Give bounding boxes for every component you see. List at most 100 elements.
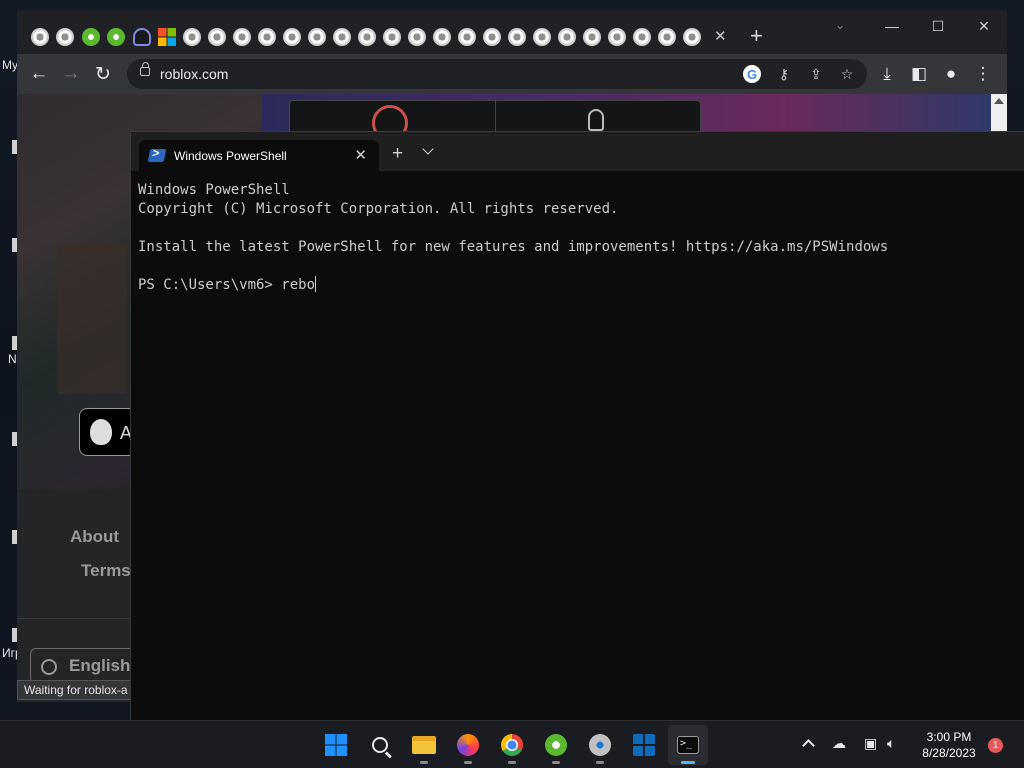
chrome-tab-icon[interactable] — [633, 28, 651, 46]
chrome-tab-icon[interactable] — [208, 28, 226, 46]
person-icon[interactable] — [588, 109, 604, 131]
start-icon — [325, 734, 347, 756]
download-icon[interactable]: ⤓ — [875, 62, 899, 86]
clock[interactable]: 3:00 PM 8/28/2023 — [912, 729, 986, 761]
microsoft-store-icon — [633, 734, 655, 756]
command-input[interactable]: rebo — [281, 277, 315, 293]
utorrent-tab-icon[interactable] — [82, 28, 100, 46]
chrome-tab-icon[interactable] — [31, 28, 49, 46]
chrome-tab-icon[interactable] — [458, 28, 476, 46]
chrome-tab-icon[interactable] — [558, 28, 576, 46]
powershell-icon — [147, 149, 167, 162]
tab-title: Windows PowerShell — [174, 149, 287, 163]
chrome-button[interactable] — [492, 725, 532, 765]
chrome-tab-icon[interactable] — [508, 28, 526, 46]
settings-button[interactable] — [580, 725, 620, 765]
chrome-tab-icon[interactable] — [383, 28, 401, 46]
terminal-button[interactable]: >_ — [668, 725, 708, 765]
globe-icon — [41, 659, 57, 675]
chrome-tab-icon[interactable] — [183, 28, 201, 46]
desktop-icon-label[interactable]: N — [8, 352, 17, 366]
file-explorer-button[interactable] — [404, 725, 444, 765]
prompt: PS C:\Users\vm6> — [138, 277, 282, 293]
chrome-tab-strip: ✕ + ⌄ — ☐ ✕ — [17, 10, 1007, 54]
firefox-icon — [457, 734, 479, 756]
status-bar: Waiting for roblox-a — [17, 680, 135, 700]
speedtest-tab-icon[interactable] — [133, 28, 151, 46]
terminal-line: Copyright (C) Microsoft Corporation. All… — [138, 201, 619, 217]
start-button[interactable] — [316, 725, 356, 765]
footer-link-terms[interactable]: Terms — [81, 561, 131, 581]
new-tab-button[interactable]: + — [750, 23, 763, 49]
utorrent-button[interactable] — [536, 725, 576, 765]
settings-icon — [589, 734, 611, 756]
terminal-output[interactable]: Windows PowerShell Copyright (C) Microsof… — [138, 181, 1018, 295]
tab-powershell[interactable]: Windows PowerShell ✕ — [139, 140, 379, 171]
scroll-up-icon[interactable] — [994, 98, 1004, 104]
footer-link-about[interactable]: About — [70, 527, 119, 547]
utorrent-icon — [545, 734, 567, 756]
running-indicator — [596, 761, 604, 764]
menu-icon[interactable]: ⋮ — [971, 62, 995, 86]
chrome-tab-icon[interactable] — [483, 28, 501, 46]
prompt-line[interactable]: PS C:\Users\vm6> rebo — [138, 276, 1018, 295]
close-tab-icon[interactable]: ✕ — [714, 27, 727, 45]
running-indicator — [420, 761, 428, 764]
chrome-tab-icon[interactable] — [433, 28, 451, 46]
forward-icon[interactable]: → — [59, 62, 83, 86]
reload-icon[interactable]: ↻ — [91, 62, 115, 86]
chrome-tab-icon[interactable] — [358, 28, 376, 46]
running-indicator — [508, 761, 516, 764]
terminal-line: Windows PowerShell — [138, 182, 290, 198]
onedrive-icon[interactable]: ☁ — [832, 735, 846, 752]
new-tab-button[interactable]: + — [392, 143, 403, 165]
chrome-tab-icon[interactable] — [308, 28, 326, 46]
chrome-tab-icon[interactable] — [56, 28, 74, 46]
tab-search-icon[interactable]: ⌄ — [835, 18, 845, 32]
chrome-tab-icon[interactable] — [408, 28, 426, 46]
taskbar: >_ ☁ ▣ 🔈︎ 3:00 PM 8/28/2023 1 — [0, 720, 1024, 768]
chrome-tab-icon[interactable] — [233, 28, 251, 46]
chevron-up-icon[interactable] — [802, 739, 815, 752]
firefox-button[interactable] — [448, 725, 488, 765]
minimize-button[interactable]: — — [869, 12, 915, 40]
maximize-button[interactable]: ☐ — [915, 12, 961, 40]
network-icon[interactable]: ▣ — [864, 735, 877, 752]
microsoft-store-button[interactable] — [624, 725, 664, 765]
chrome-tab-icon[interactable] — [283, 28, 301, 46]
running-indicator — [552, 761, 560, 764]
bookmark-star-icon[interactable]: ☆ — [838, 65, 856, 83]
share-icon[interactable]: ⇪ — [807, 65, 825, 83]
back-icon[interactable]: ← — [27, 62, 51, 86]
notification-badge[interactable]: 1 — [988, 738, 1003, 753]
chrome-tab-icon[interactable] — [608, 28, 626, 46]
chrome-tab-icon[interactable] — [683, 28, 701, 46]
chrome-tab-icon[interactable] — [658, 28, 676, 46]
chrome-tab-icon[interactable] — [333, 28, 351, 46]
close-tab-icon[interactable]: ✕ — [354, 146, 367, 164]
profile-icon[interactable]: ● — [939, 62, 963, 86]
desktop-icon-label[interactable]: My — [2, 58, 18, 72]
lock-icon[interactable] — [140, 62, 150, 76]
chrome-tab-icon[interactable] — [258, 28, 276, 46]
clock-time: 3:00 PM — [926, 730, 972, 744]
terminal-window: Windows PowerShell ✕ + Windows PowerShel… — [130, 131, 1024, 720]
chevron-down-icon[interactable] — [422, 143, 434, 155]
key-icon[interactable]: ⚷ — [775, 65, 793, 83]
volume-icon[interactable]: 🔈︎ — [887, 735, 895, 752]
window-controls: — ☐ ✕ — [869, 12, 1007, 40]
close-window-button[interactable]: ✕ — [961, 12, 1007, 40]
address-bar[interactable]: roblox.com G ⚷ ⇪ ☆ — [127, 59, 867, 89]
utorrent-tab-icon[interactable] — [107, 28, 125, 46]
google-lens-icon[interactable]: G — [743, 65, 761, 83]
text-cursor — [315, 276, 317, 292]
active-indicator — [681, 761, 695, 764]
chrome-tab-icon[interactable] — [583, 28, 601, 46]
side-panel-icon[interactable]: ◧ — [907, 62, 931, 86]
search-button[interactable] — [360, 725, 400, 765]
url-text[interactable]: roblox.com — [160, 66, 228, 82]
chrome-tab-icon[interactable] — [533, 28, 551, 46]
microsoft-tab-icon[interactable] — [158, 28, 176, 46]
